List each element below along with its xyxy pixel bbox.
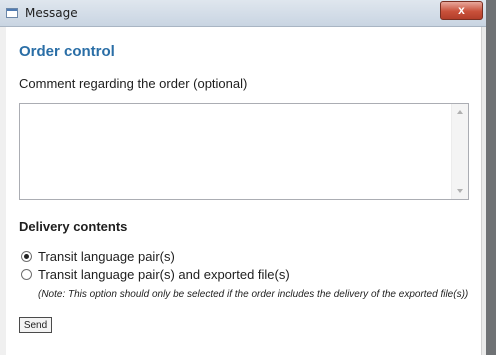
scroll-up-icon[interactable] [457, 110, 463, 114]
window-title: Message [25, 6, 78, 20]
comment-field-container [19, 103, 469, 200]
window-scrollbar[interactable] [481, 27, 486, 355]
close-icon: x [458, 3, 465, 17]
close-button[interactable]: x [440, 1, 483, 20]
scroll-down-icon[interactable] [457, 189, 463, 193]
option-note: (Note: This option should only be select… [38, 289, 469, 300]
window-icon [6, 8, 18, 18]
delivery-contents-heading: Delivery contents [19, 219, 128, 234]
message-window: Message x Order control Comment regardin… [0, 0, 486, 355]
option-label[interactable]: Transit language pair(s) and exported fi… [38, 267, 290, 282]
title-bar[interactable]: Message x [0, 0, 486, 27]
radio-button-unselected[interactable] [21, 269, 32, 280]
dialog-content: Order control Comment regarding the orde… [6, 27, 481, 355]
comment-label: Comment regarding the order (optional) [19, 76, 248, 91]
send-button[interactable]: Send [19, 317, 52, 333]
radio-button-selected[interactable] [21, 251, 32, 262]
option-label[interactable]: Transit language pair(s) [38, 249, 175, 264]
comment-scrollbar[interactable] [451, 104, 468, 199]
page-title: Order control [19, 43, 115, 60]
comment-field[interactable] [20, 104, 452, 199]
